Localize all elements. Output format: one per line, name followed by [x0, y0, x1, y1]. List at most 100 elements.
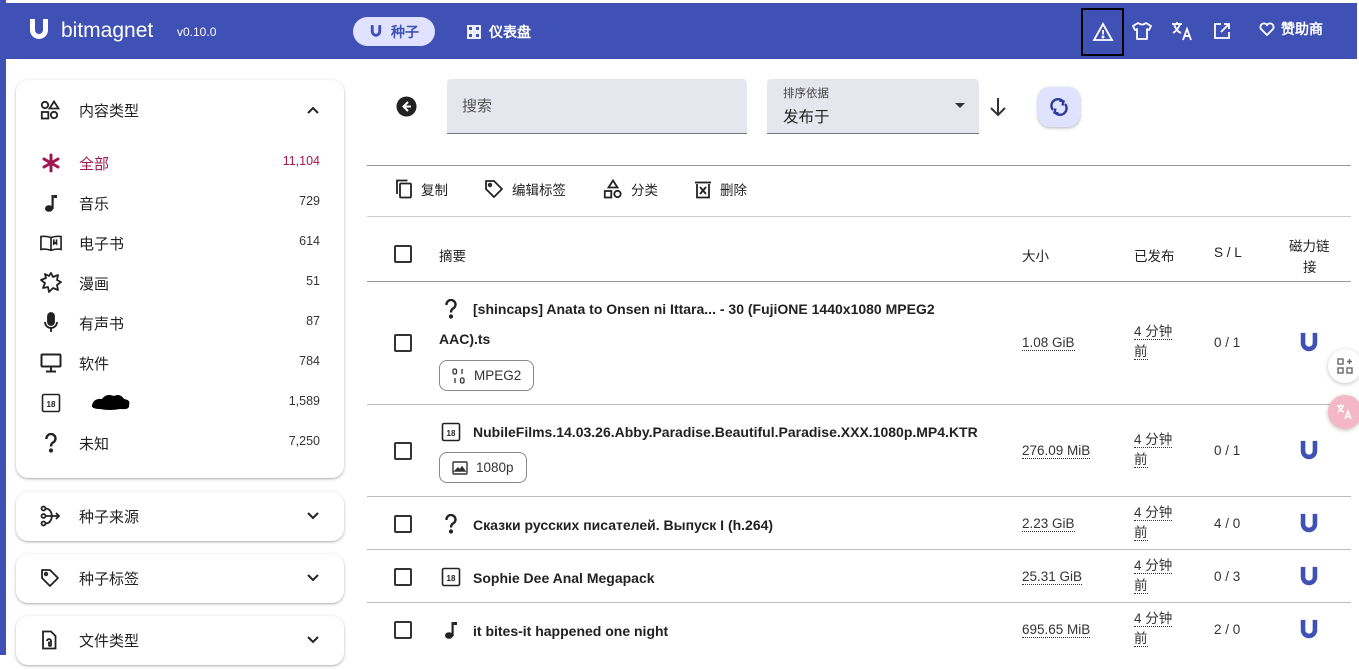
- published-line2: 前: [1134, 525, 1148, 541]
- torrent-source-title: 种子来源: [79, 508, 140, 526]
- col-published-header[interactable]: 已发布: [1134, 245, 1175, 265]
- content-type-item-comic[interactable]: 漫画 51: [16, 262, 344, 302]
- col-summary-header[interactable]: 摘要: [439, 245, 466, 265]
- theme-button[interactable]: [1120, 7, 1164, 55]
- torrent-source-panel[interactable]: 种子来源: [16, 492, 344, 541]
- file-type-header[interactable]: 文件类型: [16, 610, 344, 670]
- col-magnet-header-line2: 接: [1303, 260, 1317, 275]
- file-type-title: 文件类型: [79, 632, 140, 650]
- content-type-item-ebook[interactable]: 电子书 614: [16, 222, 344, 262]
- published-line2: 前: [1134, 578, 1148, 594]
- extension-widget-button[interactable]: [1328, 349, 1359, 383]
- torrent-tags-header[interactable]: 种子标签: [16, 548, 344, 608]
- translate-extension-button[interactable]: [1328, 395, 1359, 429]
- content-type-count: 614: [299, 234, 320, 248]
- content-type-item-audiobook[interactable]: 有声书 87: [16, 302, 344, 342]
- content-type-label: 未知: [79, 436, 110, 453]
- resolution-chip[interactable]: 1080p: [439, 452, 527, 483]
- book-icon: [40, 232, 62, 254]
- seeders-leechers: 0 / 1: [1214, 335, 1241, 350]
- content-type-item-software[interactable]: 软件 784: [16, 342, 344, 382]
- language-button[interactable]: [1160, 7, 1204, 55]
- content-type-title: 内容类型: [79, 102, 140, 120]
- magnet-link-icon[interactable]: [1298, 439, 1320, 463]
- divider: [367, 404, 1351, 405]
- back-arrow-icon[interactable]: [396, 96, 417, 117]
- classify-button[interactable]: 分类: [603, 179, 658, 199]
- torrent-title-continued[interactable]: AAC).ts: [439, 331, 490, 347]
- bulk-actions-toolbar: 复制 编辑标签 分类 删除: [367, 166, 1351, 214]
- classify-label: 分类: [631, 183, 658, 198]
- delete-label: 删除: [720, 183, 747, 198]
- select-all-checkbox[interactable]: [394, 245, 412, 263]
- torrent-title[interactable]: NubileFilms.14.03.26.Abby.Paradise.Beaut…: [473, 424, 978, 440]
- magnet-link-icon[interactable]: [1298, 618, 1320, 642]
- sort-label: 排序依据: [783, 88, 829, 100]
- edit-tags-button[interactable]: 编辑标签: [484, 179, 566, 199]
- sponsor-button[interactable]: 赞助商: [1259, 19, 1323, 39]
- magnet-link-icon[interactable]: [1298, 512, 1320, 536]
- torrent-title[interactable]: Сказки русских писателей. Выпуск I (h.26…: [473, 517, 773, 533]
- sort-select[interactable]: 排序依据 发布于: [767, 79, 979, 134]
- content-type-item-adult[interactable]: 18 1,589: [16, 382, 344, 422]
- search-input[interactable]: [447, 79, 747, 133]
- tab-dashboard[interactable]: 仪表盘: [467, 17, 531, 46]
- row-checkbox[interactable]: [394, 334, 412, 352]
- delete-button[interactable]: 删除: [694, 179, 747, 199]
- published-time: 4 分钟 前: [1134, 430, 1184, 470]
- content-type-panel: 内容类型 全部 11,104 音乐 729 电子书 614 漫画 51 有声书 …: [16, 80, 344, 478]
- torrent-title[interactable]: it bites-it happened one night: [473, 623, 668, 639]
- torrent-size: 2.23 GiB: [1022, 516, 1075, 532]
- published-line2: 前: [1134, 452, 1148, 468]
- torrent-title[interactable]: [shincaps] Anata to Onsen ni Ittara... -…: [473, 301, 935, 317]
- question-icon: [40, 432, 62, 454]
- row-checkbox[interactable]: [394, 621, 412, 639]
- magnet-link-icon[interactable]: [1298, 331, 1320, 355]
- magnet-logo-icon: [27, 17, 51, 43]
- copy-button[interactable]: 复制: [395, 179, 448, 199]
- published-line1: 4 分钟: [1134, 324, 1173, 340]
- content-type-item-music[interactable]: 音乐 729: [16, 182, 344, 222]
- external-link-button[interactable]: [1200, 7, 1244, 55]
- top-app-bar: bitmagnet v0.10.0 种子 仪表盘 赞助商: [5, 3, 1357, 59]
- chevron-down-icon: [306, 511, 320, 521]
- content-type-label: 全部: [79, 156, 110, 173]
- content-type-label: 音乐: [79, 196, 110, 213]
- copy-label: 复制: [421, 183, 448, 198]
- file-type-panel[interactable]: 文件类型: [16, 616, 344, 665]
- col-size-header[interactable]: 大小: [1022, 245, 1049, 265]
- published-line2: 前: [1134, 344, 1148, 360]
- dropdown-arrow-icon: [955, 103, 965, 109]
- video-codec-chip[interactable]: MPEG2: [439, 360, 535, 391]
- content-type-item-all[interactable]: 全部 11,104: [16, 142, 344, 182]
- row-checkbox[interactable]: [394, 568, 412, 586]
- content-type-item-unknown[interactable]: 未知 7,250: [16, 422, 344, 462]
- svg-text:18: 18: [447, 429, 456, 438]
- refresh-button[interactable]: [1038, 87, 1080, 127]
- torrent-tags-panel[interactable]: 种子标签: [16, 554, 344, 603]
- warning-icon: [1091, 22, 1114, 42]
- published-time: 4 分钟 前: [1134, 322, 1184, 362]
- published-line2: 前: [1134, 631, 1148, 647]
- row-checkbox[interactable]: [394, 515, 412, 533]
- health-warning-button[interactable]: [1081, 8, 1124, 56]
- row-checkbox[interactable]: [394, 442, 412, 460]
- adult-18-icon: 18: [440, 421, 462, 443]
- content-type-header[interactable]: 内容类型: [16, 80, 344, 140]
- magnet-link-icon[interactable]: [1298, 565, 1320, 589]
- sponsor-label: 赞助商: [1281, 21, 1323, 37]
- comic-bubble-icon: [40, 272, 62, 294]
- chip-label: MPEG2: [474, 368, 522, 383]
- seeders-leechers: 0 / 1: [1214, 443, 1241, 458]
- search-field[interactable]: [447, 79, 747, 134]
- content-type-label: 电子书: [79, 236, 125, 253]
- torrent-title[interactable]: Sophie Dee Anal Megapack: [473, 570, 655, 586]
- file-icon: [40, 630, 58, 650]
- tab-torrents[interactable]: 种子: [353, 17, 435, 46]
- binary-icon: [452, 367, 466, 384]
- app-brand[interactable]: bitmagnet: [61, 19, 153, 43]
- col-seeders-leechers-header[interactable]: S / L: [1214, 245, 1242, 260]
- source-merge-icon: [40, 505, 62, 527]
- sort-direction-arrow-down-icon[interactable]: [988, 96, 1008, 118]
- torrent-source-header[interactable]: 种子来源: [16, 486, 344, 546]
